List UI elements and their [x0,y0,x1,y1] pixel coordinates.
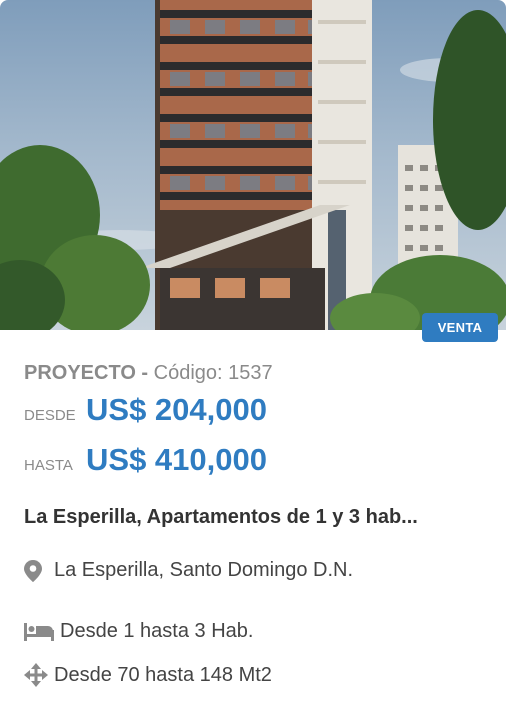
area-text: Desde 70 hasta 148 Mt2 [54,663,272,686]
listing-type: PROYECTO [24,362,136,384]
card-body: PROYECTO - Código: 1537 DESDE US$ 204,00… [24,360,482,687]
building-illustration [0,0,506,330]
price-from-row: DESDE US$ 204,000 [24,392,482,442]
price-to-value: US$ 410,000 [86,442,267,477]
sale-badge[interactable]: VENTA [422,313,498,342]
price-to-label: HASTA [24,457,73,474]
area-row: Desde 70 hasta 148 Mt2 [24,663,482,687]
property-photo[interactable] [0,0,506,330]
arrows-move-icon [24,663,48,687]
map-marker-icon [24,559,42,582]
bedrooms-row: Desde 1 hasta 3 Hab. [24,620,482,643]
price-to-row: HASTA US$ 410,000 [24,442,482,492]
listing-title[interactable]: La Esperilla, Apartamentos de 1 y 3 hab.… [24,506,484,529]
property-card[interactable]: VENTA PROYECTO - Código: 1537 DESDE US$ … [0,0,506,727]
listing-code: Código: 1537 [153,362,273,384]
bedrooms-text: Desde 1 hasta 3 Hab. [60,620,254,642]
price-from-label: DESDE [24,407,76,424]
type-separator: - [135,362,154,384]
bed-icon [24,622,54,641]
type-code-line: PROYECTO - Código: 1537 [24,360,482,386]
location-text: La Esperilla, Santo Domingo D.N. [54,559,354,581]
price-from-value: US$ 204,000 [86,392,267,427]
location-row: La Esperilla, Santo Domingo D.N. [24,559,482,582]
